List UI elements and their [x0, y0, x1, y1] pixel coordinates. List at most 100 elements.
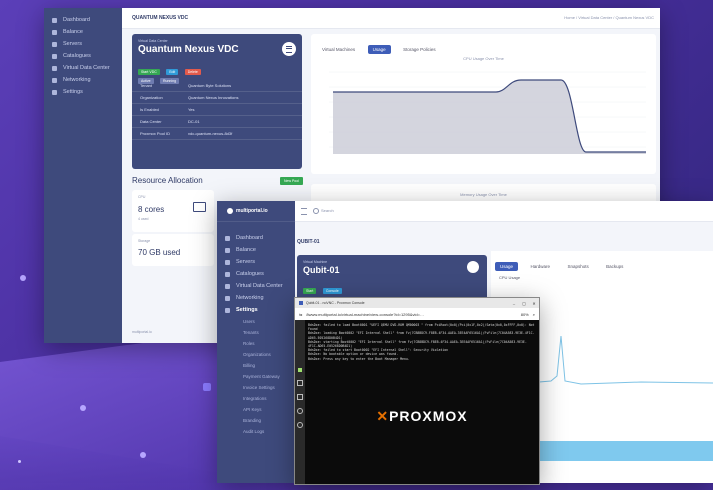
cpu-usage-chart: [329, 71, 646, 154]
sidebar-item[interactable]: Dashboard: [217, 232, 295, 244]
sidebar-item[interactable]: Catalogues: [217, 268, 295, 280]
settings-subitem[interactable]: Organizations: [217, 349, 295, 360]
detail-value: Quantum Byte Solutions: [188, 83, 232, 88]
search-icon[interactable]: [313, 208, 319, 214]
power-icon[interactable]: [297, 422, 303, 428]
sidebar-icon: [52, 53, 57, 59]
vdc-title: Quantum Nexus VDC: [138, 44, 239, 55]
sidebar-item[interactable]: Dashboard: [44, 14, 122, 26]
clipboard-icon[interactable]: [297, 394, 303, 400]
tab-virtual-machines[interactable]: Virtual Machines: [317, 45, 360, 54]
hamburger-icon[interactable]: [301, 208, 307, 215]
vdc-icon[interactable]: [282, 42, 296, 56]
back-header: QUANTUM NEXUS VDC Home / Virtual Data Ce…: [122, 8, 660, 29]
sidebar-icon: [225, 271, 230, 277]
cpu-label: CPU: [138, 195, 146, 199]
settings-subitem[interactable]: Invoice Settings: [217, 382, 295, 393]
maximize-icon[interactable]: ▢: [519, 301, 529, 306]
console-titlebar: Qubit-01 - noVNC - Proxmox Console – ▢ ✕: [295, 298, 539, 308]
settings-subitem[interactable]: Branding: [217, 415, 295, 426]
sidebar-icon: [52, 41, 57, 47]
sidebar-item[interactable]: Balance: [44, 26, 122, 38]
tab-usage[interactable]: Usage: [367, 45, 391, 54]
tab-hardware[interactable]: Hardware: [525, 262, 555, 271]
site-info-icon[interactable]: ⇆: [299, 312, 302, 317]
front-sidebar: multiportal.io Dashboard Balance Servers Ca…: [217, 201, 295, 483]
sidebar-item[interactable]: Networking: [217, 292, 295, 304]
sidebar-item[interactable]: Balance: [217, 244, 295, 256]
settings-subitem[interactable]: Roles: [217, 338, 295, 349]
cpu-value: 8 cores: [138, 205, 165, 214]
console-line: BdsDxe: failed to load Boot0001 "UEFI QE…: [308, 323, 535, 332]
settings-icon[interactable]: [297, 408, 303, 414]
back-breadcrumb[interactable]: Home / Virtual Data Center / Quantum Nex…: [564, 15, 654, 20]
tab-snapshots[interactable]: Snapshots: [562, 262, 593, 271]
decor-dot: [140, 452, 146, 458]
minimize-icon[interactable]: –: [509, 301, 519, 306]
back-app-title: QUANTUM NEXUS VDC: [132, 15, 189, 21]
sidebar-item-label: Servers: [63, 41, 82, 47]
cpu-sub: 4 used: [138, 217, 149, 221]
sidebar-item[interactable]: Virtual Data Center: [217, 280, 295, 292]
tab-storage-policies[interactable]: Storage Policies: [398, 45, 441, 54]
sidebar-item-label: Balance: [236, 247, 256, 253]
settings-subitem[interactable]: Billing: [217, 360, 295, 371]
vm-kicker: Virtual Machine: [303, 260, 328, 264]
vm-chart-title: CPU Usage: [499, 275, 521, 280]
proxmox-wordmark: PROXMOX: [389, 408, 468, 424]
proxmox-logo: ✕PROXMOX: [305, 408, 539, 425]
detail-value: Yes: [188, 107, 195, 112]
novnc-toggle-icon[interactable]: [298, 368, 302, 372]
tab-usage[interactable]: Usage: [495, 262, 519, 271]
console-line: BdsDxe: starting Boot0002 "EFI Internal …: [308, 339, 527, 349]
sidebar-item[interactable]: Networking: [44, 74, 122, 86]
sidebar-icon: [225, 259, 230, 265]
new-pool-button[interactable]: New Pool: [280, 177, 303, 185]
browser-icon: [299, 301, 303, 305]
settings-subitem[interactable]: API Keys: [217, 404, 295, 415]
tab-backups[interactable]: Backups: [601, 262, 628, 271]
sidebar-item[interactable]: Virtual Data Center: [44, 62, 122, 74]
sidebar-item[interactable]: Settings: [217, 304, 295, 316]
sidebar-item-label: Virtual Data Center: [63, 65, 110, 71]
decor-dot: [80, 405, 86, 411]
zoom-level[interactable]: 80%: [521, 312, 529, 317]
console-button[interactable]: Console: [322, 288, 342, 294]
url-text[interactable]: 8www.multiportal.io/virtual-machine/view…: [306, 312, 424, 317]
cpu-chart-title: CPU Usage Over Time: [463, 56, 504, 61]
menu-icon: [286, 45, 292, 53]
detail-row: Data Center DC-01: [132, 116, 302, 128]
detail-key: Data Center: [140, 119, 162, 124]
sidebar-item[interactable]: Servers: [217, 256, 295, 268]
search-icon[interactable]: ⌕: [533, 312, 535, 317]
settings-subitem[interactable]: Payment Gateway: [217, 371, 295, 382]
settings-subitem[interactable]: Tenants: [217, 327, 295, 338]
vdc-info-card: Virtual Data Center Quantum Nexus VDC St…: [132, 34, 302, 169]
detail-row: Organization Quantum Nexus Innovations: [132, 92, 302, 104]
back-tabs: Virtual Machines Usage Storage Policies: [317, 38, 444, 56]
front-brand: multiportal.io: [217, 201, 295, 222]
close-icon[interactable]: ✕: [529, 301, 539, 306]
console-screen[interactable]: BdsDxe: failed to load Boot0001 "UEFI QE…: [305, 320, 539, 484]
settings-subitem[interactable]: Integrations: [217, 393, 295, 404]
delete-button[interactable]: Delete: [184, 69, 201, 75]
sidebar-item[interactable]: Servers: [44, 38, 122, 50]
vm-menu-icon[interactable]: [467, 261, 479, 273]
back-footer: multiportal.io: [132, 330, 152, 334]
detail-key: Proxmox Pool ID: [140, 131, 171, 136]
search-input[interactable]: Search: [321, 208, 334, 213]
sidebar-icon: [52, 65, 57, 71]
settings-subitem[interactable]: Audit Logs: [217, 426, 295, 437]
sidebar-item[interactable]: Catalogues: [44, 50, 122, 62]
front-tabs: Usage Hardware Snapshots Backups: [495, 255, 631, 273]
sidebar-icon: [52, 89, 57, 95]
detail-key: Is Enabled: [140, 107, 159, 112]
keyboard-icon[interactable]: [297, 380, 303, 386]
detail-key: Tenant: [140, 83, 153, 88]
usage-panel: Virtual Machines Usage Storage Policies …: [311, 34, 656, 174]
sidebar-item[interactable]: Settings: [44, 86, 122, 98]
sidebar-item-label: Servers: [236, 259, 255, 265]
sidebar-item-label: Dashboard: [63, 17, 90, 23]
sidebar-icon: [225, 247, 230, 253]
settings-subitem[interactable]: Users: [217, 316, 295, 327]
